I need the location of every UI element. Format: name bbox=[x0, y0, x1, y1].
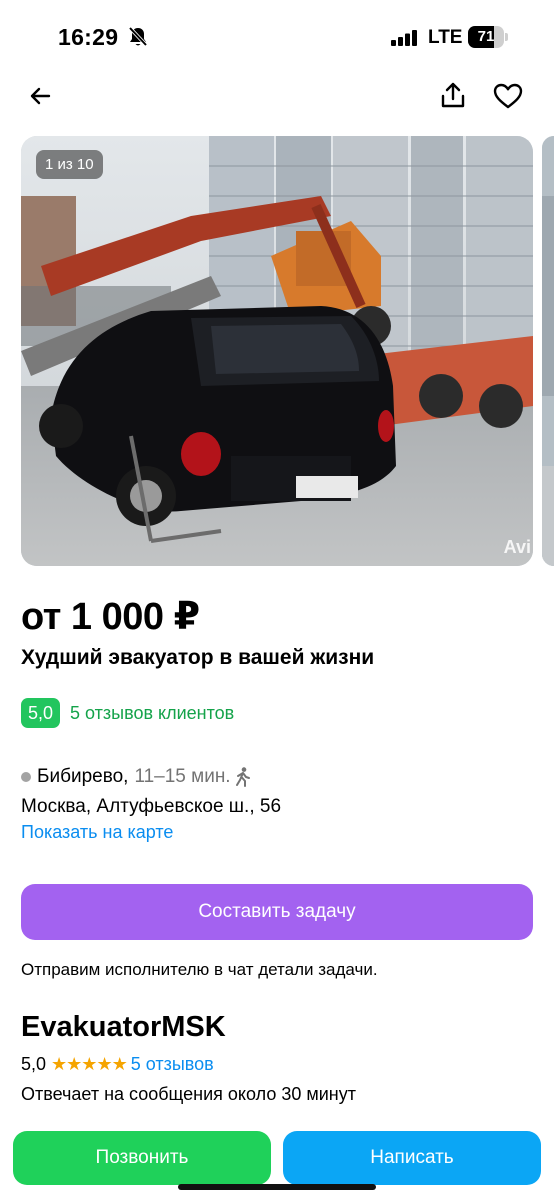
seller-reviews-link[interactable]: 5 отзывов bbox=[131, 1054, 214, 1075]
seller-rating: 5,0 ★★★★★ 5 отзывов bbox=[21, 1054, 214, 1075]
battery-percent: 71 bbox=[477, 28, 495, 45]
photo-counter: 1 из 10 bbox=[36, 150, 103, 179]
metro-walk-time: 11–15 мин. bbox=[134, 766, 231, 787]
back-arrow-icon[interactable] bbox=[20, 76, 60, 116]
listing-photo[interactable]: 1 из 10 Avi bbox=[21, 136, 533, 566]
show-on-map-link[interactable]: Показать на карте bbox=[21, 822, 173, 843]
rating-stars: ★★★★★ bbox=[51, 1054, 128, 1074]
call-button[interactable]: Позвонить bbox=[13, 1131, 271, 1185]
share-icon[interactable] bbox=[433, 75, 473, 115]
write-button[interactable]: Написать bbox=[283, 1131, 541, 1185]
price: от 1 000 ₽ bbox=[21, 596, 200, 638]
rating-badge: 5,0 bbox=[21, 698, 61, 728]
rating-row[interactable]: 5,0 5 отзывов клиентов bbox=[21, 698, 234, 728]
seller-score: 5,0 bbox=[21, 1054, 47, 1074]
metro-dot-icon bbox=[21, 772, 31, 782]
bell-off-icon bbox=[128, 26, 148, 53]
metro-station: Бибирево, bbox=[37, 766, 129, 787]
response-time: Отвечает на сообщения около 30 минут bbox=[21, 1084, 356, 1104]
heart-icon[interactable] bbox=[488, 76, 528, 116]
avito-watermark: Avi bbox=[503, 537, 531, 557]
seller-name[interactable]: EvakuatorMSK bbox=[21, 1011, 226, 1044]
network-label: LTE bbox=[428, 27, 463, 48]
top-nav bbox=[0, 76, 554, 120]
reviews-link[interactable]: 5 отзывов клиентов bbox=[70, 703, 234, 724]
home-indicator[interactable] bbox=[178, 1184, 376, 1190]
photo-gallery[interactable]: 1 из 10 Avi bbox=[21, 136, 554, 566]
task-hint: Отправим исполнителю в чат детали задачи… bbox=[21, 960, 378, 979]
walking-person-icon bbox=[235, 767, 251, 787]
next-photo-peek[interactable] bbox=[542, 136, 554, 566]
status-time: 16:29 bbox=[58, 24, 119, 50]
status-bar: 16:29 LTE 71 bbox=[0, 0, 554, 76]
listing-title: Худший эвакуатор в вашей жизни bbox=[21, 646, 375, 669]
battery-icon: 71 bbox=[468, 26, 508, 48]
address: Москва, Алтуфьевское ш., 56 bbox=[21, 796, 282, 817]
metro-info: Бибирево, 11–15 мин. bbox=[21, 766, 251, 788]
create-task-button[interactable]: Составить задачу bbox=[21, 884, 533, 940]
signal-icon bbox=[391, 30, 419, 51]
